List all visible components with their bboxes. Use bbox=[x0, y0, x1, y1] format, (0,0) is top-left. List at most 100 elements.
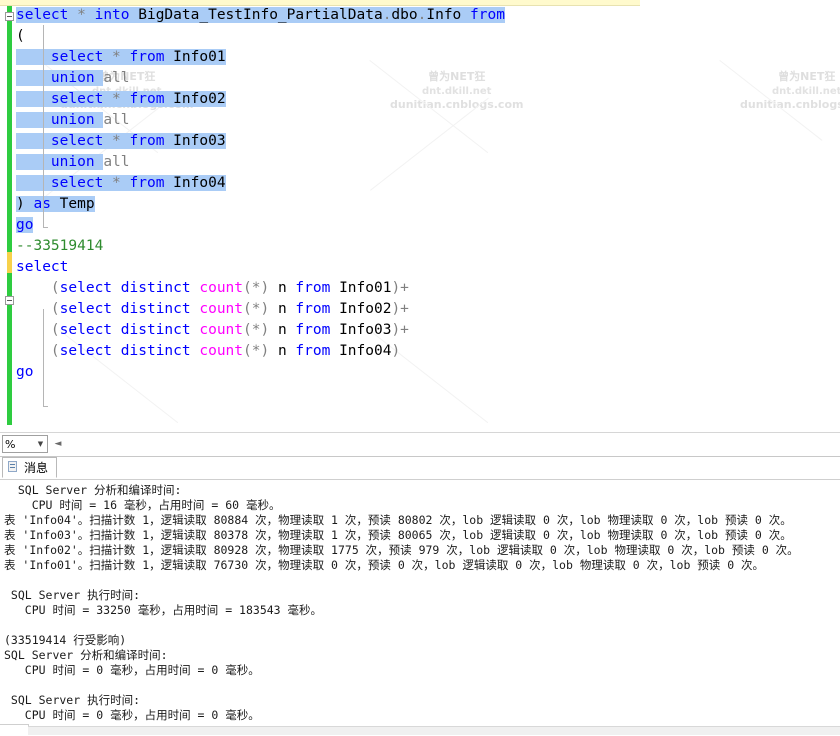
region-foot-query-2 bbox=[43, 406, 48, 407]
token-kw: go bbox=[16, 364, 34, 380]
token-kw: distinct bbox=[120, 322, 191, 338]
bottom-scrollbar[interactable] bbox=[28, 726, 840, 735]
code-line[interactable]: select * from Info04 bbox=[16, 173, 505, 194]
code-line[interactable]: union all bbox=[16, 152, 505, 173]
token-fn: count bbox=[199, 322, 244, 338]
token-op: (*) bbox=[243, 322, 270, 338]
region-guide-query-2 bbox=[43, 309, 44, 406]
token-kw: from bbox=[295, 343, 331, 359]
token-op: )+ bbox=[391, 280, 409, 296]
selected-text-run: select * into BigData_TestInfo_PartialDa… bbox=[16, 7, 505, 23]
token-kw: select bbox=[59, 343, 113, 359]
change-bar-unsaved-top bbox=[7, 5, 12, 252]
token-op: (*) bbox=[243, 343, 270, 359]
token-op: ( bbox=[16, 322, 60, 338]
message-line: SQL Server 执行时间: bbox=[4, 588, 141, 602]
editor-splitter-bar[interactable]: % ▼ ◄ bbox=[0, 432, 840, 457]
code-line[interactable]: --33519414 bbox=[16, 236, 505, 257]
code-line[interactable]: select * from Info03 bbox=[16, 131, 505, 152]
token-plain: BigData_TestInfo_PartialData bbox=[129, 7, 383, 23]
token-kw: distinct bbox=[120, 343, 191, 359]
token-kw: from bbox=[129, 49, 165, 65]
token-cmt: --33519414 bbox=[16, 238, 104, 254]
code-line[interactable]: (select distinct count(*) n from Info02)… bbox=[16, 299, 505, 320]
token-fn: count bbox=[199, 343, 244, 359]
region-foot-query-1 bbox=[43, 227, 48, 228]
token-kw: into bbox=[94, 7, 130, 23]
token-plain: Info01 bbox=[330, 280, 392, 296]
message-line: 表 'Info04'。扫描计数 1，逻辑读取 80884 次，物理读取 1 次，… bbox=[4, 513, 792, 527]
chevron-down-icon: ▼ bbox=[37, 440, 44, 448]
region-guide-query-1 bbox=[43, 25, 44, 227]
message-line: SQL Server 执行时间: bbox=[4, 693, 141, 707]
token-plain: dbo bbox=[391, 7, 418, 23]
token-op: * bbox=[112, 91, 121, 107]
message-line: CPU 时间 = 0 毫秒，占用时间 = 0 毫秒。 bbox=[4, 708, 260, 722]
text-run: --33519414 bbox=[16, 238, 103, 254]
selected-text-run: select * from Info02 bbox=[16, 91, 226, 107]
collapse-box-query-2[interactable] bbox=[5, 296, 14, 305]
message-line: CPU 时间 = 16 毫秒，占用时间 = 60 毫秒。 bbox=[4, 498, 281, 512]
token-plain: Temp bbox=[50, 196, 95, 212]
code-line[interactable]: ) as Temp bbox=[16, 194, 505, 215]
code-line[interactable]: go bbox=[16, 362, 505, 383]
token-plain: n bbox=[269, 322, 296, 338]
token-op: )+ bbox=[391, 322, 409, 338]
token-kw: distinct bbox=[120, 280, 191, 296]
code-line[interactable]: (select distinct count(*) n from Info03)… bbox=[16, 320, 505, 341]
code-line[interactable]: (select distinct count(*) n from Info01)… bbox=[16, 278, 505, 299]
code-line[interactable]: select * into BigData_TestInfo_PartialDa… bbox=[16, 5, 505, 26]
code-line[interactable]: ( bbox=[16, 26, 505, 47]
collapse-box-query-1[interactable] bbox=[5, 12, 14, 21]
code-line[interactable]: (select distinct count(*) n from Info04) bbox=[16, 341, 505, 362]
zoom-level-dropdown[interactable]: % ▼ bbox=[2, 435, 48, 453]
token-kw: from bbox=[129, 133, 165, 149]
token-plain: n bbox=[269, 301, 296, 317]
code-line[interactable]: select * from Info02 bbox=[16, 89, 505, 110]
zoom-level-value: % bbox=[5, 437, 16, 451]
watermark-diagonal-5 bbox=[719, 60, 823, 141]
token-kw: from bbox=[295, 301, 331, 317]
message-line bbox=[4, 573, 840, 588]
message-line bbox=[4, 678, 840, 693]
code-line[interactable]: go bbox=[16, 215, 505, 236]
text-run: all bbox=[103, 70, 129, 86]
token-plain: Info04 bbox=[164, 175, 226, 191]
selected-text-run: union bbox=[16, 70, 104, 86]
message-line: (33519414 行受影响) bbox=[4, 633, 127, 647]
sql-code-area[interactable]: select * into BigData_TestInfo_PartialDa… bbox=[16, 5, 505, 383]
token-kw: union bbox=[50, 154, 95, 170]
token-kw: union bbox=[50, 112, 95, 128]
messages-output[interactable]: SQL Server 分析和编译时间: CPU 时间 = 16 毫秒，占用时间 … bbox=[0, 479, 840, 736]
results-pane: 消息 SQL Server 分析和编译时间: CPU 时间 = 16 毫秒，占用… bbox=[0, 456, 840, 736]
message-line: CPU 时间 = 0 毫秒，占用时间 = 0 毫秒。 bbox=[4, 663, 260, 677]
code-line[interactable]: select bbox=[16, 257, 505, 278]
token-kw: from bbox=[295, 322, 331, 338]
token-kw: select bbox=[59, 280, 113, 296]
scroll-left-arrow-icon[interactable]: ◄ bbox=[52, 436, 64, 452]
message-icon bbox=[7, 461, 20, 474]
results-tabstrip: 消息 bbox=[0, 457, 840, 480]
message-line: 表 'Info01'。扫描计数 1，逻辑读取 76730 次，物理读取 0 次，… bbox=[4, 558, 765, 572]
code-line[interactable]: union all bbox=[16, 68, 505, 89]
editor-top-highlight-strip bbox=[0, 0, 640, 6]
code-line[interactable]: union all bbox=[16, 110, 505, 131]
code-line[interactable]: select * from Info01 bbox=[16, 47, 505, 68]
token-op: (*) bbox=[243, 301, 270, 317]
token-op: all bbox=[103, 154, 130, 170]
sql-editor-pane[interactable]: 曾为NET狂 dnt.dkill.net dunitian.cnblogs.co… bbox=[0, 0, 840, 432]
text-run: go bbox=[16, 364, 33, 380]
tab-messages[interactable]: 消息 bbox=[2, 457, 58, 478]
change-bar-saved bbox=[7, 252, 12, 273]
